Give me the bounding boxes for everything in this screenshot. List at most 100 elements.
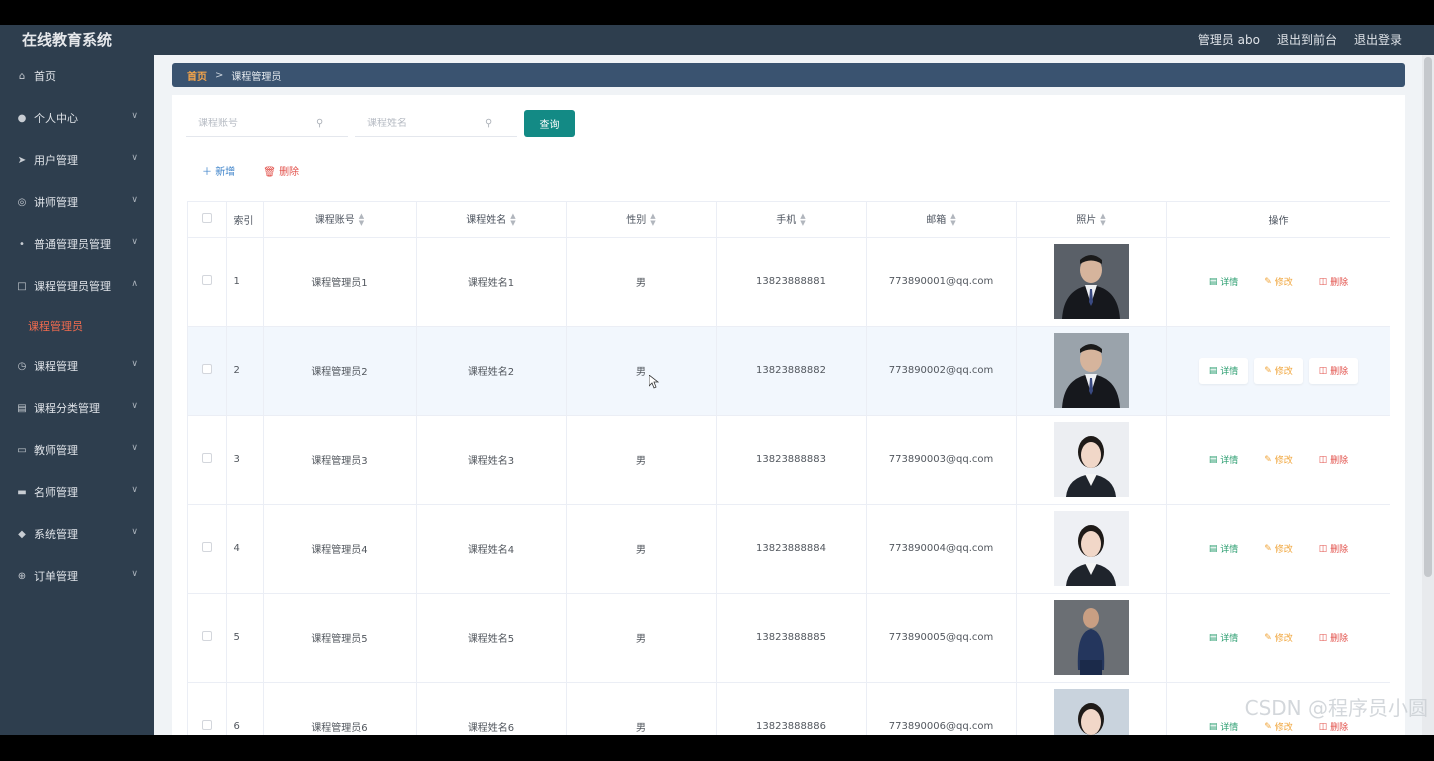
sidebar-item[interactable]: ➤ 用户管理 ∨ bbox=[0, 139, 154, 181]
pencil-icon: ✎ bbox=[1264, 721, 1275, 732]
row-account: 课程管理员5 bbox=[263, 593, 417, 683]
row-checkbox[interactable] bbox=[201, 364, 212, 374]
sort-icon[interactable]: ▲ ▼ bbox=[950, 213, 955, 227]
chevron-down-icon: ∨ bbox=[131, 237, 138, 247]
detail-button[interactable]: ▤ 详情 bbox=[1199, 625, 1248, 651]
row-index: 2 bbox=[226, 326, 264, 416]
sidebar-item[interactable]: ▬ 名师管理 ∨ bbox=[0, 471, 154, 513]
sidebar-item-label: 个人中心 bbox=[34, 112, 78, 125]
location-icon: ◆ bbox=[18, 528, 26, 540]
trash-icon: ◫ bbox=[1318, 721, 1331, 732]
edit-label: 修改 bbox=[1274, 545, 1293, 555]
trash-icon: ◫ bbox=[1318, 365, 1331, 376]
row-name: 课程姓名4 bbox=[416, 504, 567, 594]
detail-button[interactable]: ▤ 详情 bbox=[1199, 714, 1248, 736]
data-table: 索引 课程账号 ▲ ▼ 课程姓名 ▲ ▼ 性别 ▲ ▼ 手机 ▲ ▼ 邮箱 ▲ ▼ 照片 ▲ ▼ 操作 … bbox=[187, 201, 1390, 735]
avatar[interactable] bbox=[1053, 600, 1129, 675]
sort-icon[interactable]: ▲ ▼ bbox=[510, 213, 515, 227]
delete-button[interactable]: ◫ 删除 bbox=[1309, 536, 1358, 562]
batch-delete-button[interactable]: 🗑 删除 bbox=[263, 163, 299, 178]
edit-button[interactable]: ✎ 修改 bbox=[1254, 625, 1302, 651]
edit-button[interactable]: ✎ 修改 bbox=[1254, 447, 1302, 473]
row-checkbox[interactable] bbox=[201, 720, 212, 730]
table-row[interactable]: 2 课程管理员2 课程姓名2 男 13823888882 773890002@qq.com… bbox=[188, 326, 1390, 416]
sort-icon[interactable]: ▲ ▼ bbox=[359, 213, 364, 227]
sort-icon[interactable]: ▲ ▼ bbox=[800, 213, 805, 227]
sidebar-subitem-active[interactable]: 课程管理员 bbox=[0, 307, 154, 345]
select-all-checkbox[interactable] bbox=[201, 212, 212, 223]
delete-button[interactable]: ◫ 删除 bbox=[1309, 269, 1358, 295]
header-gender[interactable]: 性别 ▲ ▼ bbox=[566, 202, 717, 238]
avatar[interactable] bbox=[1053, 333, 1129, 408]
document-icon: ▤ bbox=[1208, 454, 1221, 465]
sidebar-item[interactable]: ◆ 系统管理 ∨ bbox=[0, 513, 154, 555]
delete-button[interactable]: ◫ 删除 bbox=[1309, 447, 1358, 473]
page-scrollbar[interactable] bbox=[1422, 55, 1434, 735]
row-checkbox[interactable] bbox=[201, 631, 212, 641]
query-button[interactable]: 查询 bbox=[524, 110, 575, 137]
table-row[interactable]: 6 课程管理员6 课程姓名6 男 13823888886 773890006@qq.com… bbox=[188, 682, 1390, 735]
scroll-thumb[interactable] bbox=[1424, 57, 1432, 577]
row-checkbox[interactable] bbox=[201, 542, 212, 552]
edit-button[interactable]: ✎ 修改 bbox=[1254, 357, 1303, 384]
sort-icon[interactable]: ▲ ▼ bbox=[650, 213, 655, 227]
crop-icon: □ bbox=[17, 280, 27, 292]
avatar[interactable] bbox=[1053, 689, 1129, 735]
row-name: 课程姓名2 bbox=[416, 326, 567, 416]
avatar[interactable] bbox=[1053, 511, 1129, 586]
sidebar-item-label: 订单管理 bbox=[34, 570, 78, 583]
detail-button[interactable]: ▤ 详情 bbox=[1198, 357, 1249, 384]
header-email[interactable]: 邮箱 ▲ ▼ bbox=[866, 202, 1017, 238]
sidebar-item[interactable]: ◎ 讲师管理 ∨ bbox=[0, 181, 154, 223]
delete-label: 删除 bbox=[1330, 456, 1349, 466]
account-search-input[interactable] bbox=[186, 118, 316, 129]
row-name: 课程姓名5 bbox=[416, 593, 567, 683]
sidebar-item[interactable]: • 普通管理员管理 ∨ bbox=[0, 223, 154, 265]
detail-button[interactable]: ▤ 详情 bbox=[1199, 536, 1248, 562]
sidebar-item[interactable]: ▭ 教师管理 ∨ bbox=[0, 429, 154, 471]
sidebar-item[interactable]: ● 个人中心 ∨ bbox=[0, 97, 154, 139]
sidebar-item[interactable]: □ 课程管理员管理 ∧ bbox=[0, 265, 154, 307]
avatar[interactable] bbox=[1053, 422, 1129, 497]
detail-button[interactable]: ▤ 详情 bbox=[1199, 269, 1248, 295]
sidebar-item[interactable]: ◷ 课程管理 ∨ bbox=[0, 345, 154, 387]
row-checkbox[interactable] bbox=[201, 453, 212, 463]
row-account: 课程管理员4 bbox=[263, 504, 417, 594]
edit-button[interactable]: ✎ 修改 bbox=[1254, 269, 1302, 295]
header-account[interactable]: 课程账号 ▲ ▼ bbox=[263, 202, 417, 238]
exit-to-front-link[interactable]: 退出到前台 bbox=[1277, 31, 1337, 48]
row-gender: 男 bbox=[566, 237, 717, 327]
delete-button[interactable]: ◫ 删除 bbox=[1309, 625, 1358, 651]
edit-button[interactable]: ✎ 修改 bbox=[1254, 536, 1302, 562]
sort-icon[interactable]: ▲ ▼ bbox=[1100, 213, 1105, 227]
row-checkbox[interactable] bbox=[201, 275, 212, 285]
delete-button[interactable]: ◫ 删除 bbox=[1308, 357, 1359, 384]
document-icon: ▤ bbox=[1208, 632, 1221, 643]
breadcrumb-home[interactable]: 首页 bbox=[187, 68, 207, 83]
logout-link[interactable]: 退出登录 bbox=[1354, 31, 1402, 48]
user-icon: ● bbox=[17, 112, 27, 124]
header-email-label: 邮箱 bbox=[926, 215, 947, 227]
table-row[interactable]: 4 课程管理员4 课程姓名4 男 13823888884 773890004@qq.com… bbox=[188, 504, 1390, 594]
row-phone: 13823888886 bbox=[716, 682, 867, 735]
row-select-cell bbox=[188, 415, 227, 505]
header-phone[interactable]: 手机 ▲ ▼ bbox=[716, 202, 867, 238]
sidebar-item[interactable]: ▤ 课程分类管理 ∨ bbox=[0, 387, 154, 429]
header-photo[interactable]: 照片 ▲ ▼ bbox=[1016, 202, 1167, 238]
sidebar-item[interactable]: ⊕ 订单管理 ∨ bbox=[0, 555, 154, 597]
detail-button[interactable]: ▤ 详情 bbox=[1199, 447, 1248, 473]
header-index: 索引 bbox=[226, 202, 264, 238]
admin-user-label[interactable]: 管理员 abo bbox=[1198, 31, 1260, 48]
watermark: CSDN @程序员小圆 bbox=[1244, 696, 1428, 720]
top-links: 管理员 abo 退出到前台 退出登录 bbox=[1198, 31, 1402, 48]
table-row[interactable]: 5 课程管理员5 课程姓名5 男 13823888885 773890005@qq.com… bbox=[188, 593, 1390, 683]
row-select-cell bbox=[188, 593, 227, 683]
main-content: 首页 > 课程管理员 ⚲ ⚲ 查询 ＋ 新增 🗑 删除 bbox=[154, 55, 1422, 735]
sidebar-item[interactable]: ⌂ 首页 bbox=[0, 55, 154, 97]
name-search-input[interactable] bbox=[355, 118, 485, 129]
table-row[interactable]: 3 课程管理员3 课程姓名3 男 13823888883 773890003@qq.com… bbox=[188, 415, 1390, 505]
avatar[interactable] bbox=[1053, 244, 1129, 319]
add-button[interactable]: ＋ 新增 bbox=[202, 163, 235, 178]
header-name[interactable]: 课程姓名 ▲ ▼ bbox=[416, 202, 567, 238]
table-row[interactable]: 1 课程管理员1 课程姓名1 男 13823888881 773890001@qq.com… bbox=[188, 237, 1390, 327]
